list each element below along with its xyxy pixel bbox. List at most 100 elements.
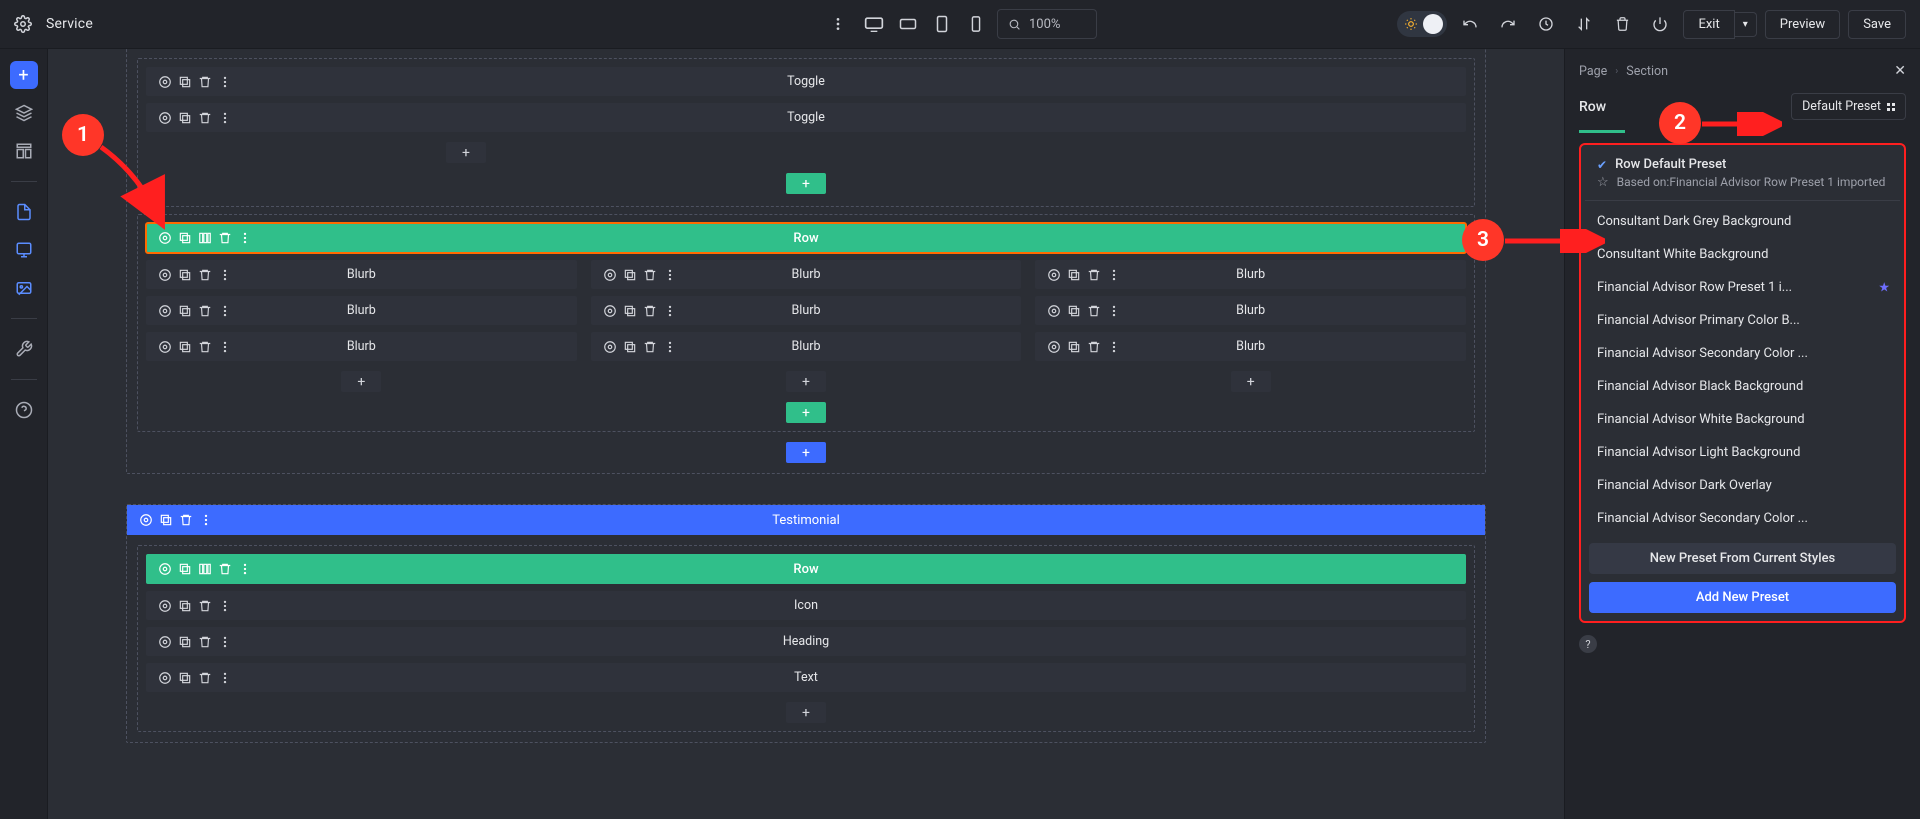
delete-icon[interactable] bbox=[198, 340, 212, 354]
add-row-content-button[interactable]: + bbox=[786, 402, 826, 423]
module-toggle[interactable]: Toggle bbox=[146, 67, 1466, 96]
gear-icon[interactable] bbox=[1047, 268, 1061, 282]
preset-item[interactable]: Financial Advisor Black Background bbox=[1585, 370, 1900, 403]
layers-icon[interactable] bbox=[10, 99, 38, 127]
duplicate-icon[interactable] bbox=[159, 513, 173, 527]
preset-item[interactable]: Financial Advisor Secondary Color ... bbox=[1585, 337, 1900, 370]
module-icon[interactable]: Icon bbox=[146, 591, 1466, 620]
more-icon[interactable] bbox=[663, 340, 677, 354]
more-icon[interactable] bbox=[218, 635, 232, 649]
crumb-section[interactable]: Section bbox=[1626, 64, 1668, 79]
delete-icon[interactable] bbox=[218, 562, 232, 576]
duplicate-icon[interactable] bbox=[1067, 304, 1081, 318]
preset-current[interactable]: ✔Row Default Preset ☆Based on:Financial … bbox=[1585, 149, 1900, 201]
gear-icon[interactable] bbox=[603, 268, 617, 282]
gear-icon[interactable] bbox=[139, 513, 153, 527]
add-module-button[interactable]: + bbox=[786, 371, 826, 392]
duplicate-icon[interactable] bbox=[178, 75, 192, 89]
gear-icon[interactable] bbox=[603, 340, 617, 354]
trash-icon[interactable] bbox=[1607, 9, 1637, 39]
duplicate-icon[interactable] bbox=[178, 671, 192, 685]
delete-icon[interactable] bbox=[198, 635, 212, 649]
delete-icon[interactable] bbox=[198, 111, 212, 125]
duplicate-icon[interactable] bbox=[178, 635, 192, 649]
library-icon[interactable] bbox=[10, 236, 38, 264]
gear-icon[interactable] bbox=[1047, 304, 1061, 318]
add-inside-row-button[interactable]: + bbox=[786, 173, 826, 194]
delete-icon[interactable] bbox=[198, 671, 212, 685]
delete-icon[interactable] bbox=[198, 268, 212, 282]
zoom-input[interactable]: 100% bbox=[997, 9, 1097, 39]
preset-item[interactable]: Financial Advisor White Background bbox=[1585, 403, 1900, 436]
power-icon[interactable] bbox=[1645, 9, 1675, 39]
more-icon[interactable] bbox=[1107, 268, 1121, 282]
help-badge-icon[interactable]: ? bbox=[1579, 635, 1597, 653]
module-blurb[interactable]: Blurb bbox=[591, 260, 1022, 289]
delete-icon[interactable] bbox=[198, 75, 212, 89]
help-icon[interactable] bbox=[10, 396, 38, 424]
module-text[interactable]: Text bbox=[146, 663, 1466, 692]
preset-item[interactable]: Financial Advisor Dark Overlay bbox=[1585, 469, 1900, 502]
module-blurb[interactable]: Blurb bbox=[591, 332, 1022, 361]
duplicate-icon[interactable] bbox=[178, 111, 192, 125]
close-panel-icon[interactable]: ✕ bbox=[1894, 63, 1906, 79]
add-module-button[interactable]: + bbox=[1231, 371, 1271, 392]
row-bar-selected[interactable]: Row bbox=[146, 223, 1466, 253]
gear-icon[interactable] bbox=[158, 111, 172, 125]
preset-item[interactable]: Financial Advisor Row Preset 1 i...★ bbox=[1585, 271, 1900, 304]
section-testimonial[interactable]: Testimonial bbox=[127, 505, 1485, 535]
exit-button[interactable]: Exit bbox=[1683, 10, 1734, 39]
duplicate-icon[interactable] bbox=[623, 268, 637, 282]
module-toggle[interactable]: Toggle bbox=[146, 103, 1466, 132]
module-blurb[interactable]: Blurb bbox=[146, 260, 577, 289]
gear-icon[interactable] bbox=[158, 75, 172, 89]
module-heading[interactable]: Heading bbox=[146, 627, 1466, 656]
preset-item[interactable]: Financial Advisor Light Background bbox=[1585, 436, 1900, 469]
gear-icon[interactable] bbox=[158, 340, 172, 354]
gear-icon[interactable] bbox=[1047, 340, 1061, 354]
duplicate-icon[interactable] bbox=[623, 340, 637, 354]
delete-icon[interactable] bbox=[198, 599, 212, 613]
duplicate-icon[interactable] bbox=[1067, 340, 1081, 354]
columns-icon[interactable] bbox=[198, 231, 212, 245]
preset-item[interactable]: Consultant Dark Grey Background bbox=[1585, 205, 1900, 238]
gear-icon[interactable] bbox=[158, 635, 172, 649]
more-icon[interactable] bbox=[218, 340, 232, 354]
undo-icon[interactable] bbox=[1455, 9, 1485, 39]
more-icon[interactable] bbox=[218, 304, 232, 318]
duplicate-icon[interactable] bbox=[178, 599, 192, 613]
more-icon[interactable] bbox=[218, 268, 232, 282]
add-module-button[interactable]: + bbox=[786, 702, 826, 723]
add-module-button[interactable]: + bbox=[341, 371, 381, 392]
module-blurb[interactable]: Blurb bbox=[1035, 296, 1466, 325]
delete-icon[interactable] bbox=[198, 304, 212, 318]
module-blurb[interactable]: Blurb bbox=[1035, 260, 1466, 289]
gear-icon[interactable] bbox=[158, 599, 172, 613]
more-icon[interactable] bbox=[663, 304, 677, 318]
more-vertical-icon[interactable] bbox=[823, 9, 853, 39]
templates-icon[interactable] bbox=[10, 198, 38, 226]
delete-icon[interactable] bbox=[643, 340, 657, 354]
delete-icon[interactable] bbox=[218, 231, 232, 245]
delete-icon[interactable] bbox=[1087, 268, 1101, 282]
exit-caret[interactable]: ▾ bbox=[1735, 12, 1757, 37]
duplicate-icon[interactable] bbox=[178, 562, 192, 576]
more-icon[interactable] bbox=[218, 671, 232, 685]
duplicate-icon[interactable] bbox=[178, 231, 192, 245]
duplicate-icon[interactable] bbox=[178, 340, 192, 354]
duplicate-icon[interactable] bbox=[178, 268, 192, 282]
gear-icon[interactable] bbox=[158, 231, 172, 245]
duplicate-icon[interactable] bbox=[1067, 268, 1081, 282]
gear-icon[interactable] bbox=[158, 671, 172, 685]
new-preset-from-current-button[interactable]: New Preset From Current Styles bbox=[1589, 543, 1896, 574]
module-blurb[interactable]: Blurb bbox=[1035, 332, 1466, 361]
more-icon[interactable] bbox=[199, 513, 213, 527]
tablet-portrait-icon[interactable] bbox=[927, 9, 957, 39]
delete-icon[interactable] bbox=[643, 268, 657, 282]
tablet-landscape-icon[interactable] bbox=[893, 9, 923, 39]
tools-icon[interactable] bbox=[10, 335, 38, 363]
gear-icon[interactable] bbox=[158, 268, 172, 282]
delete-icon[interactable] bbox=[179, 513, 193, 527]
module-blurb[interactable]: Blurb bbox=[146, 332, 577, 361]
row-bar[interactable]: Row bbox=[146, 554, 1466, 584]
